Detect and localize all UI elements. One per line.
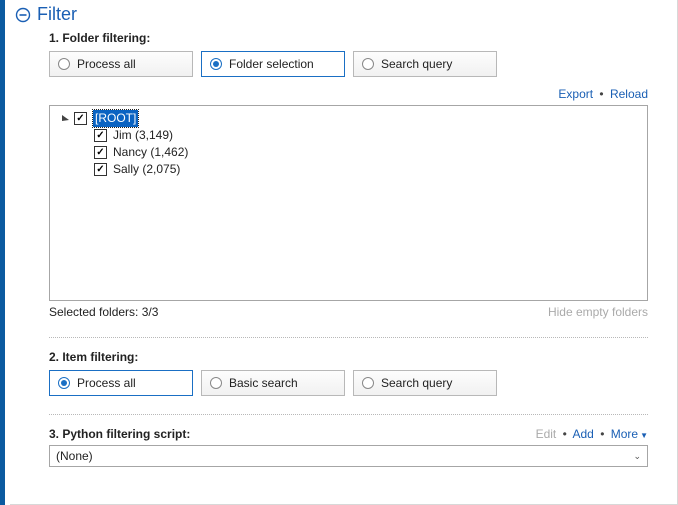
python-script-select[interactable]: (None) ⌄ xyxy=(49,445,648,467)
item-opt-process-all[interactable]: Process all xyxy=(49,370,193,396)
radio-label: Search query xyxy=(381,376,452,390)
separator: • xyxy=(600,427,604,441)
filter-title: Filter xyxy=(37,4,77,25)
folder-opt-search-query[interactable]: Search query xyxy=(353,51,497,77)
separator: • xyxy=(563,427,567,441)
hide-empty-folders-link[interactable]: Hide empty folders xyxy=(548,305,648,319)
script-edit-link: Edit xyxy=(536,427,557,441)
folder-opt-folder-selection[interactable]: Folder selection xyxy=(201,51,345,77)
folder-opt-process-all[interactable]: Process all xyxy=(49,51,193,77)
radio-label: Process all xyxy=(77,376,136,390)
python-script-title: 3. Python filtering script: xyxy=(49,427,190,441)
tree-node-root[interactable]: [ROOT] xyxy=(93,110,138,127)
radio-label: Process all xyxy=(77,57,136,71)
separator: • xyxy=(599,87,603,101)
tree-node[interactable]: Jim (3,149) xyxy=(113,127,173,144)
divider xyxy=(49,414,648,415)
tree-node[interactable]: Nancy (1,462) xyxy=(113,144,188,161)
select-value: (None) xyxy=(56,449,93,463)
tree-checkbox[interactable] xyxy=(94,163,107,176)
radio-icon xyxy=(58,377,70,389)
folder-filtering-title: 1. Folder filtering: xyxy=(49,31,648,45)
script-add-link[interactable]: Add xyxy=(572,427,593,441)
tree-checkbox[interactable] xyxy=(74,112,87,125)
folder-tree[interactable]: [ROOT] Jim (3,149) Nancy (1,462) Sally (… xyxy=(49,105,648,301)
radio-label: Folder selection xyxy=(229,57,314,71)
radio-icon xyxy=(362,58,374,70)
chevron-down-icon: ▼ xyxy=(640,431,648,440)
export-link[interactable]: Export xyxy=(558,87,593,101)
radio-label: Search query xyxy=(381,57,452,71)
item-opt-search-query[interactable]: Search query xyxy=(353,370,497,396)
tree-checkbox[interactable] xyxy=(94,129,107,142)
tree-expander-icon[interactable] xyxy=(60,114,70,124)
item-opt-basic-search[interactable]: Basic search xyxy=(201,370,345,396)
radio-icon xyxy=(210,377,222,389)
radio-icon xyxy=(362,377,374,389)
divider xyxy=(49,337,648,338)
collapse-icon[interactable] xyxy=(15,7,31,23)
radio-icon xyxy=(210,58,222,70)
reload-link[interactable]: Reload xyxy=(610,87,648,101)
chevron-down-icon: ⌄ xyxy=(633,451,641,462)
radio-icon xyxy=(58,58,70,70)
script-more-link[interactable]: More▼ xyxy=(611,427,648,441)
radio-label: Basic search xyxy=(229,376,298,390)
tree-node[interactable]: Sally (2,075) xyxy=(113,161,180,178)
tree-checkbox[interactable] xyxy=(94,146,107,159)
item-filtering-title: 2. Item filtering: xyxy=(49,350,648,364)
selected-folders-status: Selected folders: 3/3 xyxy=(49,305,158,319)
